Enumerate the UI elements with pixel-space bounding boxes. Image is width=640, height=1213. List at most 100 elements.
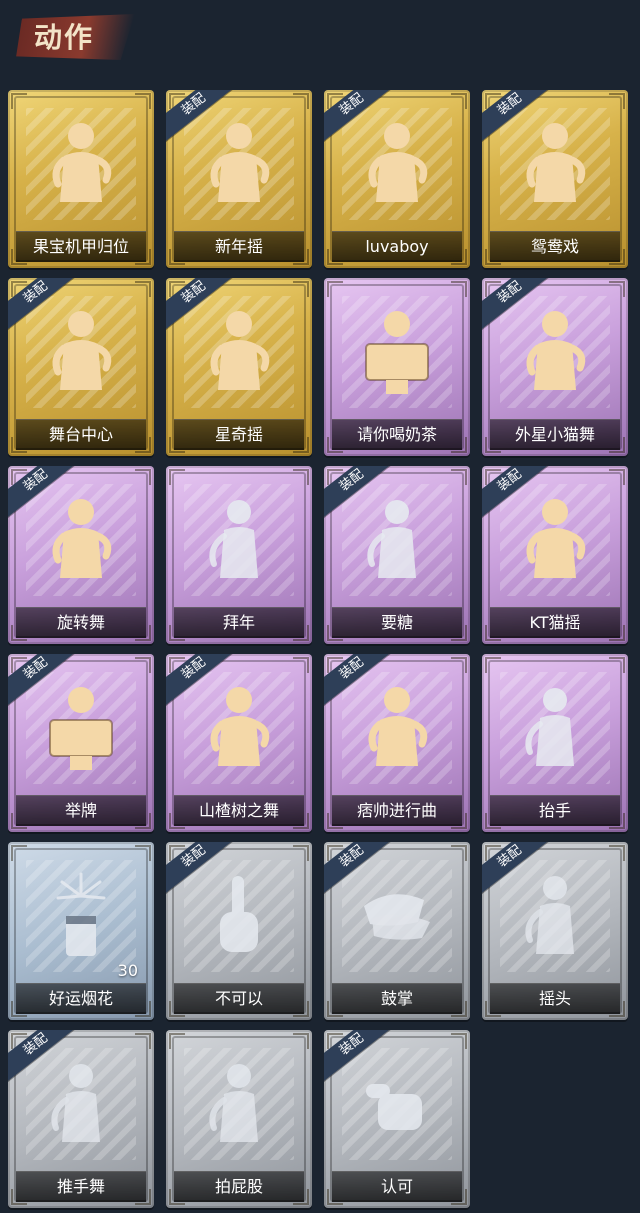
frame-corner — [609, 657, 625, 673]
sign-figure-icon — [36, 678, 126, 778]
emote-name: 摇头 — [490, 983, 620, 1014]
frame-corner — [293, 1033, 309, 1049]
emote-name: 舞台中心 — [16, 419, 146, 450]
item-count: 30 — [117, 961, 138, 980]
dancer-figure-icon — [194, 678, 284, 778]
emote-name: 推手舞 — [16, 1171, 146, 1202]
dancer-figure-icon — [352, 678, 442, 778]
dancer-figure-icon — [194, 114, 284, 214]
frame-corner — [293, 845, 309, 861]
emote-card[interactable]: 拍屁股 — [166, 1030, 312, 1208]
emote-card[interactable]: 星奇摇 装配 — [166, 278, 312, 456]
frame-corner — [135, 469, 151, 485]
emote-name: 好运烟花 — [16, 983, 146, 1014]
emote-name: 请你喝奶茶 — [332, 419, 462, 450]
emote-name: 旋转舞 — [16, 607, 146, 638]
emote-grid: 果宝机甲归位 新年摇 装配 luvaboy 装配 鸳鸯戏 装配舞台中心 装配 星奇摇 装配 请你喝奶… — [0, 0, 640, 1213]
frame-corner — [609, 845, 625, 861]
thumb-icon — [352, 1054, 442, 1154]
emote-name: 果宝机甲归位 — [16, 231, 146, 262]
emote-card[interactable]: 旋转舞 装配 — [8, 466, 154, 644]
dancer-figure-icon — [352, 114, 442, 214]
frame-corner — [451, 281, 467, 297]
frame-corner — [293, 469, 309, 485]
emote-name: luvaboy — [332, 231, 462, 262]
frame-corner — [451, 93, 467, 109]
dancer-figure-icon — [36, 302, 126, 402]
frame-corner — [293, 281, 309, 297]
pale-figure-icon — [194, 1054, 284, 1154]
emote-name: 新年摇 — [174, 231, 304, 262]
emote-card[interactable]: luvaboy 装配 — [324, 90, 470, 268]
emote-name: 不可以 — [174, 983, 304, 1014]
dancer-figure-icon — [36, 114, 126, 214]
pale-figure-icon — [36, 1054, 126, 1154]
emote-name: 抬手 — [490, 795, 620, 826]
dancer-figure-icon — [510, 490, 600, 590]
pale-figure-icon — [510, 866, 600, 966]
frame-corner — [135, 657, 151, 673]
clap-icon — [352, 866, 442, 966]
emote-card[interactable]: 痞帅进行曲 装配 — [324, 654, 470, 832]
frame-corner — [451, 469, 467, 485]
emote-card[interactable]: 推手舞 装配 — [8, 1030, 154, 1208]
emote-name: 星奇摇 — [174, 419, 304, 450]
frame-corner — [451, 657, 467, 673]
emote-name: 痞帅进行曲 — [332, 795, 462, 826]
frame-corner — [327, 281, 343, 297]
frame-corner — [609, 93, 625, 109]
emote-name: KT猫摇 — [490, 607, 620, 638]
dancer-figure-icon — [194, 302, 284, 402]
frame-corner — [11, 845, 27, 861]
pale-figure-icon — [510, 678, 600, 778]
emote-name: 举牌 — [16, 795, 146, 826]
emote-card[interactable]: 请你喝奶茶 — [324, 278, 470, 456]
frame-corner — [485, 657, 501, 673]
emote-name: 要糖 — [332, 607, 462, 638]
emote-card[interactable]: KT猫摇 装配 — [482, 466, 628, 644]
emote-name: 山楂树之舞 — [174, 795, 304, 826]
frame-corner — [169, 469, 185, 485]
frame-corner — [11, 93, 27, 109]
emote-card[interactable]: 举牌 装配 — [8, 654, 154, 832]
emote-name: 鼓掌 — [332, 983, 462, 1014]
sign-figure-icon — [352, 302, 442, 402]
emote-card[interactable]: 要糖 装配 — [324, 466, 470, 644]
finger-icon — [194, 866, 284, 966]
frame-corner — [135, 845, 151, 861]
emote-card[interactable]: 果宝机甲归位 — [8, 90, 154, 268]
frame-corner — [135, 93, 151, 109]
dancer-figure-icon — [510, 114, 600, 214]
frame-corner — [451, 1033, 467, 1049]
emote-card[interactable]: 新年摇 装配 — [166, 90, 312, 268]
emote-name: 鸳鸯戏 — [490, 231, 620, 262]
pale-figure-icon — [194, 490, 284, 590]
emote-name: 认可 — [332, 1171, 462, 1202]
dancer-figure-icon — [510, 302, 600, 402]
emote-card[interactable]: 认可 装配 — [324, 1030, 470, 1208]
pale-figure-icon — [352, 490, 442, 590]
frame-corner — [135, 281, 151, 297]
frame-corner — [293, 657, 309, 673]
dancer-figure-icon — [36, 490, 126, 590]
frame-corner — [135, 1033, 151, 1049]
emote-card[interactable]: 不可以 装配 — [166, 842, 312, 1020]
frame-corner — [451, 845, 467, 861]
frame-corner — [609, 469, 625, 485]
emote-card[interactable]: 鼓掌 装配 — [324, 842, 470, 1020]
frame-corner — [609, 281, 625, 297]
emote-name: 外星小猫舞 — [490, 419, 620, 450]
emote-card[interactable]: 抬手 — [482, 654, 628, 832]
emote-card[interactable]: 鸳鸯戏 装配 — [482, 90, 628, 268]
frame-corner — [293, 93, 309, 109]
emote-card[interactable]: 外星小猫舞 装配 — [482, 278, 628, 456]
firework-icon — [36, 866, 126, 966]
emote-name: 拜年 — [174, 607, 304, 638]
emote-name: 拍屁股 — [174, 1171, 304, 1202]
emote-card[interactable]: 拜年 — [166, 466, 312, 644]
emote-card[interactable]: 山楂树之舞 装配 — [166, 654, 312, 832]
emote-card[interactable]: 好运烟花 30 — [8, 842, 154, 1020]
emote-card[interactable]: 摇头 装配 — [482, 842, 628, 1020]
frame-corner — [169, 1033, 185, 1049]
emote-card[interactable]: 舞台中心 装配 — [8, 278, 154, 456]
